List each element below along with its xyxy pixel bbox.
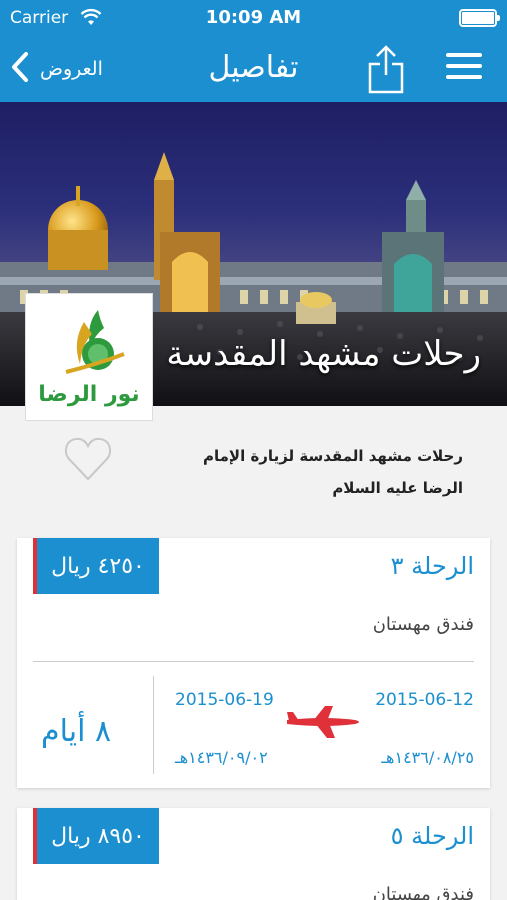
share-icon [368,45,404,94]
hamburger-icon [446,53,482,57]
hotel-name: فندق مهستان [372,884,474,900]
back-button-label: العروض [40,58,103,80]
offer-description: رحلات مشهد المقدسة لزيارة الإمام الرضا ع… [173,440,463,504]
depart-date: 2015-06-12 [375,690,474,710]
provider-logo: نور الرضا [25,293,153,421]
price-badge: ٤٢٥٠ ريال [33,538,159,594]
page-title: تفاصيل [208,50,299,85]
trip-duration: ٨ أيام [41,714,112,749]
description-line: الرضا عليه السلام [332,479,463,497]
hero-title: رحلات مشهد المقدسة [166,334,481,374]
back-button[interactable]: العروض [10,50,103,88]
share-button[interactable] [366,44,406,94]
heart-icon [64,437,112,481]
trip-card[interactable]: ٨٩٥٠ ريال الرحلة ٥ فندق مهستان [17,808,490,900]
divider [33,661,474,662]
trip-name: الرحلة ٥ [390,822,474,850]
return-date-hijri: ١٤٣٦/٠٩/٠٢هـ [175,748,268,767]
status-time: 10:09 AM [205,7,302,28]
favorite-button[interactable] [64,436,112,486]
airplane-icon [285,704,365,744]
status-bar: Carrier 10:09 AM [0,0,507,36]
hotel-name: فندق مهستان [372,614,474,635]
battery-icon [459,9,500,27]
price-badge: ٨٩٥٠ ريال [33,808,159,864]
depart-date-hijri: ١٤٣٦/٠٨/٢٥هـ [381,748,474,767]
logo-text: نور الرضا [38,382,140,407]
navigation-bar: العروض تفاصيل [0,36,507,102]
trip-card[interactable]: ٤٢٥٠ ريال الرحلة ٣ فندق مهستان ٨ أيام 20… [17,538,490,788]
trip-name: الرحلة ٣ [390,552,474,580]
description-line: رحلات مشهد المقدسة لزيارة الإمام [203,447,463,465]
return-date: 2015-06-19 [175,690,274,710]
divider [153,676,154,774]
chevron-left-icon [10,51,30,87]
menu-button[interactable] [446,53,482,83]
